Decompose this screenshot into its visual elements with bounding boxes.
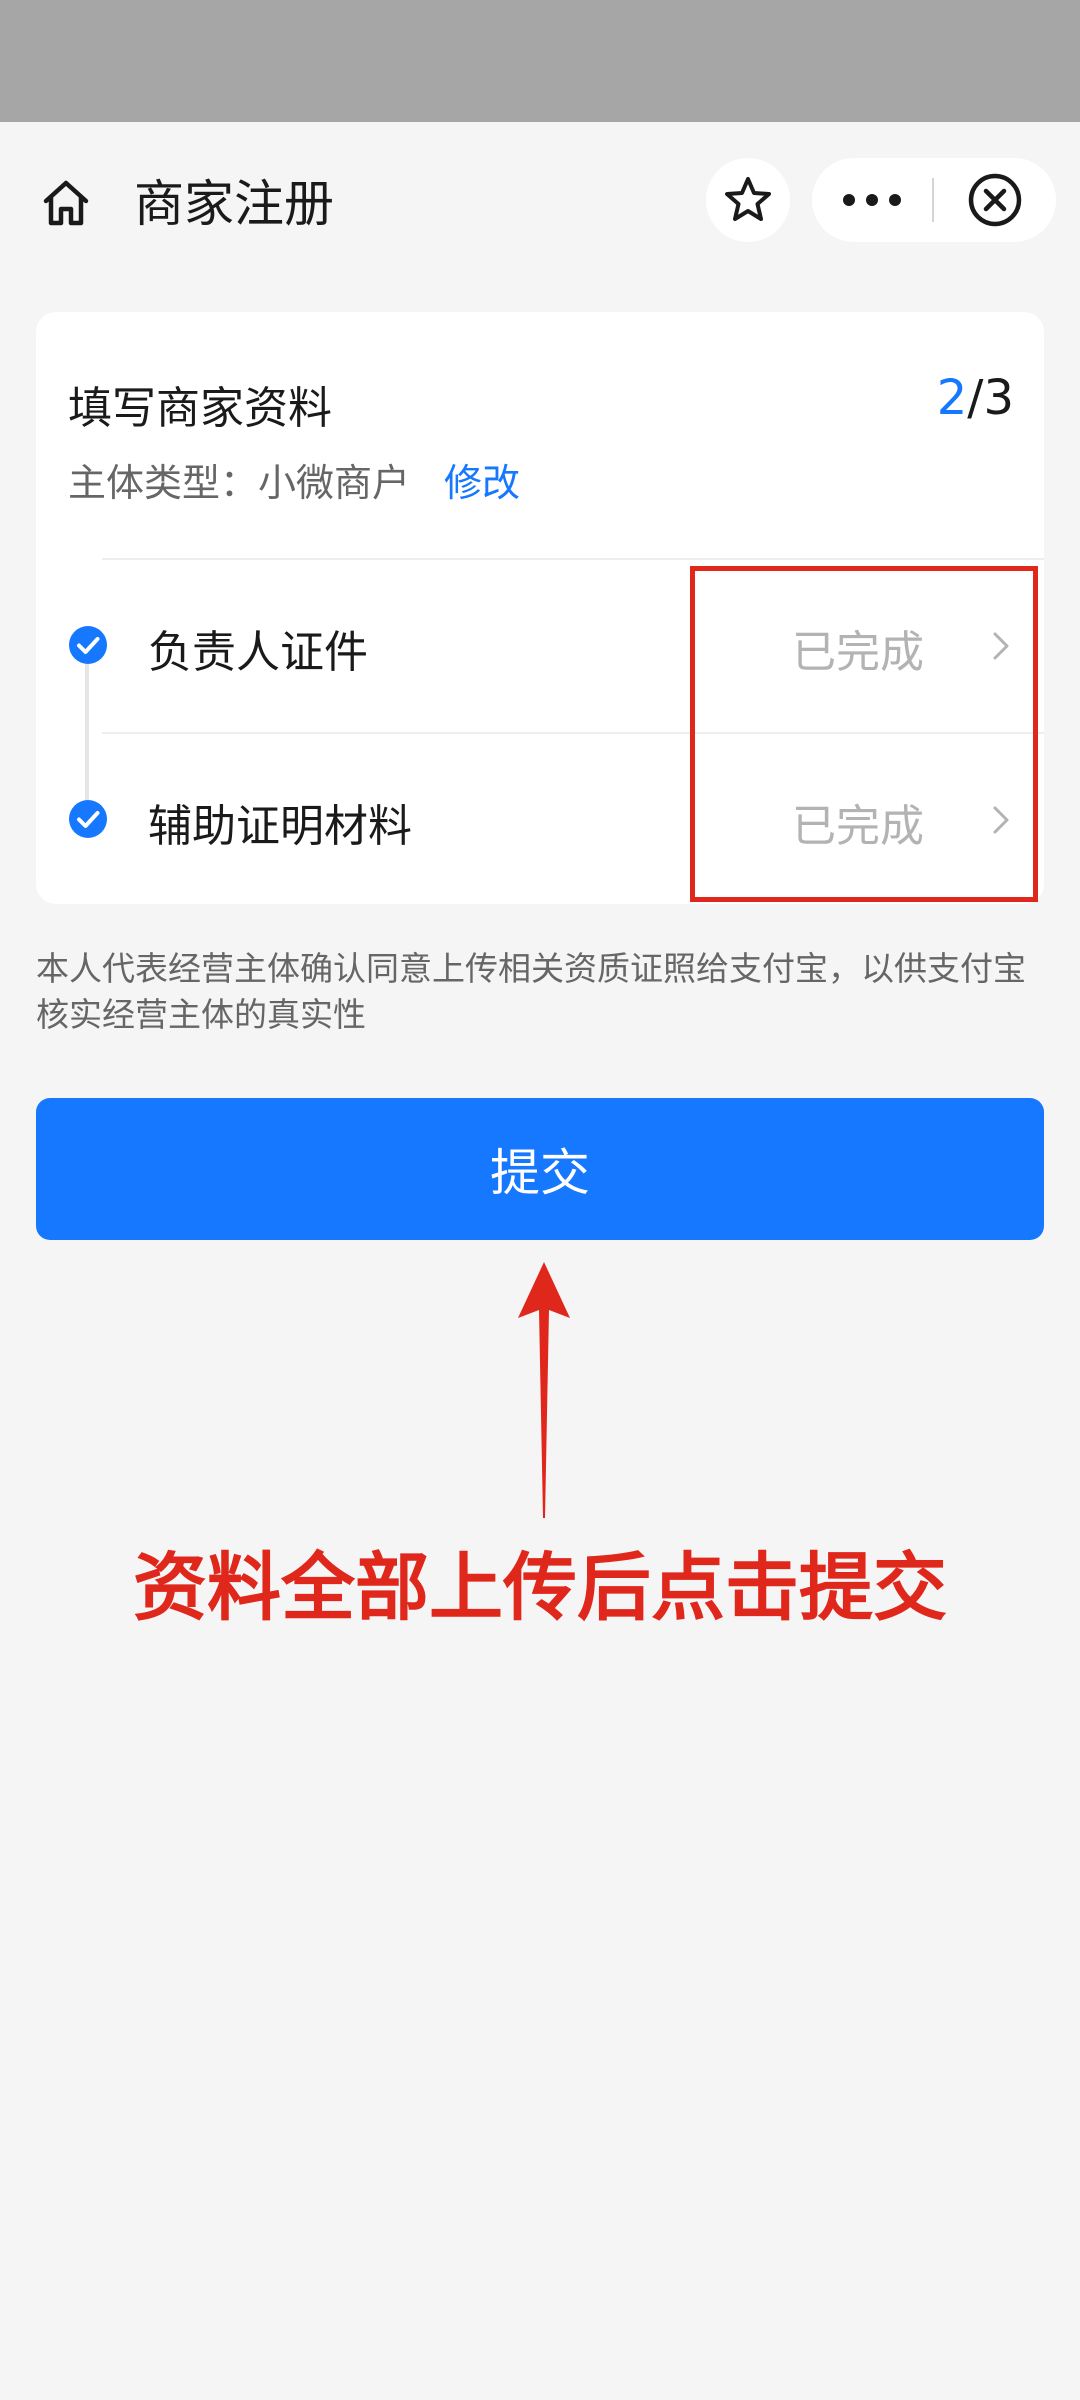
list-item-label: 负责人证件: [148, 627, 368, 678]
consent-text: 本人代表经营主体确认同意上传相关资质证照给支付宝，以供支付宝核实经营主体的真实性: [36, 949, 1026, 1034]
more-dots-icon: [843, 194, 901, 206]
status-bar: [0, 0, 1080, 122]
nav-bar: 商家注册: [0, 122, 1080, 268]
step-total: /3: [967, 370, 1014, 426]
modify-link[interactable]: 修改: [444, 461, 520, 505]
check-circle-icon: [69, 800, 107, 838]
submit-button[interactable]: 提交: [36, 1098, 1044, 1240]
close-button[interactable]: [934, 158, 1056, 242]
close-circle-icon: [968, 173, 1022, 227]
card-title: 填写商家资料: [68, 383, 332, 434]
mini-app-capsule: [812, 158, 1056, 242]
list-item-label: 辅助证明材料: [148, 801, 412, 852]
annotation-instruction: 资料全部上传后点击提交: [133, 1545, 947, 1631]
subject-type-label: 主体类型：小微商户: [68, 461, 411, 505]
star-icon: [725, 177, 771, 221]
more-button[interactable]: [812, 158, 932, 242]
subject-type-row: 主体类型：小微商户 修改: [68, 452, 520, 507]
home-button[interactable]: [30, 167, 102, 239]
check-circle-icon: [69, 626, 107, 664]
step-counter: 2/3: [937, 370, 1014, 426]
annotation-arrow-icon: [518, 1262, 570, 1518]
annotation-highlight-box: [690, 566, 1038, 902]
page-title: 商家注册: [134, 175, 334, 233]
step-current: 2: [936, 370, 968, 426]
home-icon: [43, 180, 89, 226]
favorite-button[interactable]: [706, 158, 790, 242]
